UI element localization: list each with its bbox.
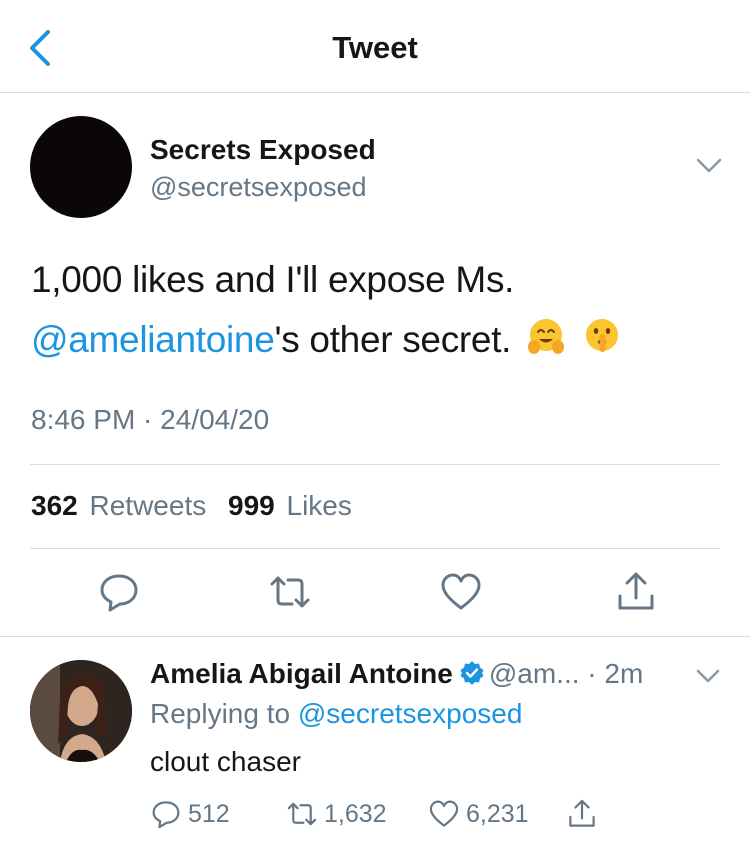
replying-to-prefix: Replying to <box>150 698 291 729</box>
reply-share-button[interactable] <box>566 796 604 832</box>
retweets-label[interactable]: Retweets <box>90 490 207 521</box>
share-icon[interactable] <box>614 570 658 614</box>
chevron-down-icon[interactable] <box>694 665 722 687</box>
hugging-face-icon <box>528 319 565 354</box>
heart-icon <box>429 800 459 827</box>
reply-icon <box>152 801 180 829</box>
likes-label[interactable]: Likes <box>287 490 352 521</box>
heart-icon[interactable] <box>439 570 483 614</box>
page-title: Tweet <box>332 30 418 65</box>
reply-handle-time: @am... · 2m <box>488 658 644 689</box>
reply-author-avatar[interactable] <box>30 660 132 762</box>
verified-badge-icon <box>460 661 484 685</box>
reply-body: clout chaser <box>150 746 301 777</box>
reply-author-name[interactable]: Amelia Abigail Antoine <box>150 658 453 689</box>
retweets-count[interactable]: 362 <box>31 490 78 521</box>
author-handle[interactable]: @secretsexposed <box>150 172 367 203</box>
replying-to-link[interactable]: @secretsexposed <box>298 698 523 729</box>
tweet-text-line2: 's other secret. <box>274 319 512 360</box>
divider <box>30 548 720 549</box>
replying-to: Replying to @secretsexposed <box>150 698 522 730</box>
retweet-icon <box>287 802 317 826</box>
author-name[interactable]: Secrets Exposed <box>150 134 376 166</box>
retweet-icon[interactable] <box>268 570 312 614</box>
retweet-count: 1,632 <box>324 799 387 828</box>
like-count: 6,231 <box>466 799 529 828</box>
reply-retweet-button[interactable]: 1,632 <box>286 796 387 832</box>
mention-link[interactable]: @ameliantoine <box>31 319 275 360</box>
likes-count[interactable]: 999 <box>228 490 275 521</box>
share-icon <box>569 799 595 827</box>
author-avatar[interactable] <box>30 116 132 218</box>
reply-count: 512 <box>188 799 230 828</box>
reply-like-button[interactable]: 6,231 <box>428 796 529 832</box>
shushing-face-icon <box>586 319 619 352</box>
tweet-stats: 362 Retweets 999 Likes <box>31 490 366 522</box>
tweet-body: 1,000 likes and I'll expose Ms. @amelian… <box>31 250 721 370</box>
tweet-timestamp: 8:46 PM · 24/04/20 <box>31 404 270 435</box>
reply-icon[interactable] <box>97 570 141 614</box>
chevron-down-icon[interactable] <box>694 154 724 178</box>
divider <box>30 464 720 465</box>
reply-reply-button[interactable]: 512 <box>150 796 230 832</box>
top-nav-bar: Tweet <box>0 0 750 93</box>
reply-header: Amelia Abigail Antoine @am... · 2m <box>150 658 643 690</box>
divider <box>0 636 750 637</box>
tweet-text-line1: 1,000 likes and I'll expose Ms. <box>31 259 515 300</box>
